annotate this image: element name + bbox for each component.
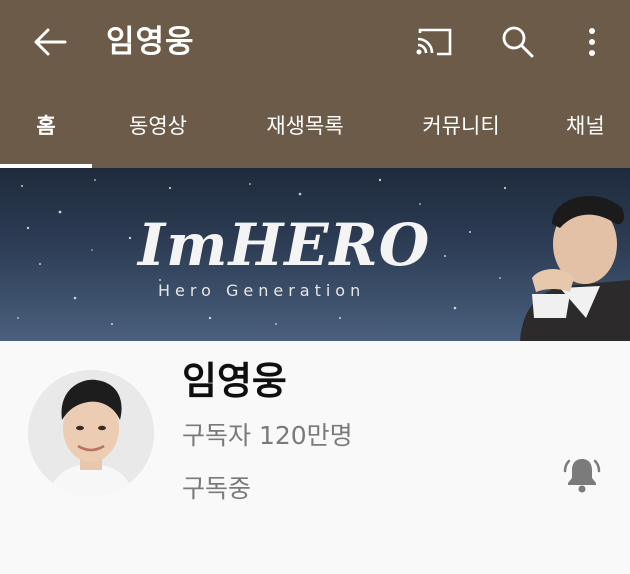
channel-tabs: 홈 동영상 재생목록 커뮤니티 채널 xyxy=(0,86,630,168)
subscribe-status-button[interactable]: 구독중 xyxy=(182,469,251,505)
banner-logo-text: ImHERO xyxy=(138,211,431,279)
channel-banner: ImHERO Hero Generation xyxy=(0,168,630,341)
page-title: 임영웅 xyxy=(106,24,195,60)
app-bar: 임영웅 홈 동영상 재생목록 커뮤니티 채널 xyxy=(0,0,630,168)
tab-community[interactable]: 커뮤니티 xyxy=(408,104,514,148)
cast-button[interactable] xyxy=(410,22,458,62)
top-toolbar: 임영웅 xyxy=(0,0,630,86)
more-vert-icon xyxy=(589,28,595,56)
banner-tagline: Hero Generation xyxy=(158,281,366,300)
tab-playlists[interactable]: 재생목록 xyxy=(252,104,358,148)
more-options-button[interactable] xyxy=(574,22,610,62)
subscriber-count: 구독자 120만명 xyxy=(182,421,353,450)
notification-bell-button[interactable] xyxy=(556,452,608,496)
tab-channels[interactable]: 채널 xyxy=(566,104,630,148)
back-button[interactable] xyxy=(26,22,74,62)
channel-avatar[interactable] xyxy=(28,370,154,496)
tab-videos[interactable]: 동영상 xyxy=(110,104,206,148)
arrow-left-icon xyxy=(34,28,67,56)
cast-icon xyxy=(416,28,452,56)
channel-name: 임영웅 xyxy=(182,359,287,403)
avatar-portrait xyxy=(28,370,154,496)
search-button[interactable] xyxy=(494,22,542,62)
bell-ringing-icon xyxy=(563,459,601,493)
portrait-illustration xyxy=(520,196,630,341)
tab-home[interactable]: 홈 xyxy=(0,104,92,148)
search-icon xyxy=(502,26,534,58)
